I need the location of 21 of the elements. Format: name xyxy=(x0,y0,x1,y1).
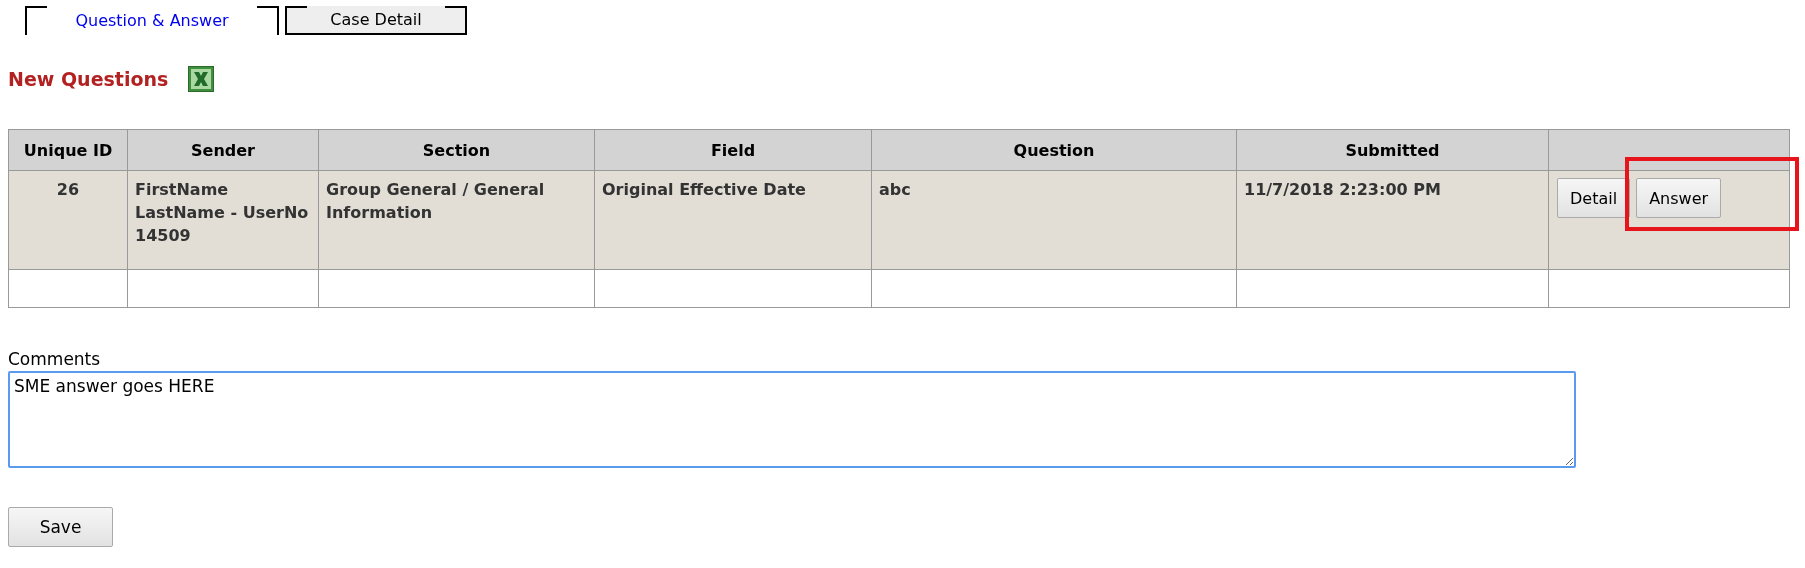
table-cell: FirstName LastName - UserNo 14509 xyxy=(135,180,309,245)
table-cell: 11/7/2018 2:23:00 PM xyxy=(1244,180,1441,199)
answer-button[interactable]: Answer xyxy=(1636,178,1722,218)
table-cell: Original Effective Date xyxy=(602,180,806,199)
detail-button[interactable]: Detail xyxy=(1557,178,1631,218)
table-cell: Group General / General Information xyxy=(326,180,545,222)
section-heading: New Questions xyxy=(8,68,169,90)
spreadsheet-icon[interactable] xyxy=(188,66,215,92)
column-header: Section xyxy=(422,140,491,160)
tab[interactable]: Question & Answer xyxy=(25,6,279,35)
column-header: Field xyxy=(710,140,756,160)
field-label: Comments xyxy=(8,349,102,369)
tab[interactable]: Case Detail xyxy=(285,6,467,35)
table-cell: 26 xyxy=(56,180,80,199)
save-button[interactable]: Save xyxy=(8,507,113,547)
comments-field[interactable]: SME answer goes HERE xyxy=(8,371,1576,468)
table-cell: abc xyxy=(879,180,911,199)
column-header: Question xyxy=(1013,140,1095,160)
column-header: Sender xyxy=(191,140,255,160)
column-header: Submitted xyxy=(1345,140,1440,160)
column-header: Unique ID xyxy=(23,140,113,160)
